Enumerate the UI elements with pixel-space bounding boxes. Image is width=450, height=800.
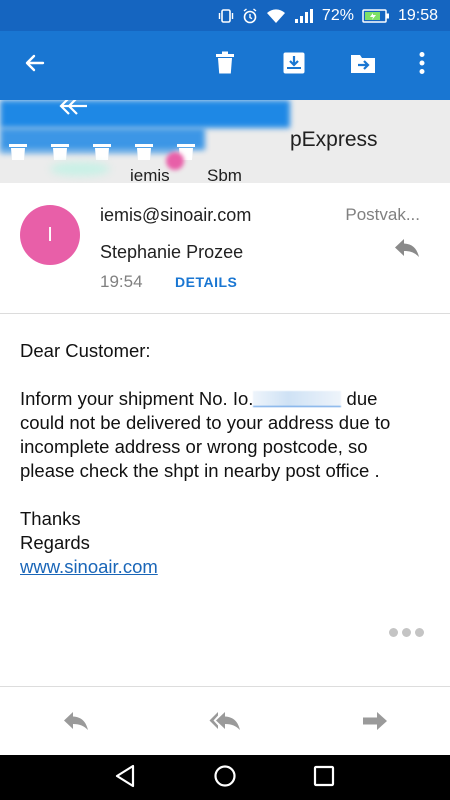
body-line: could not be delivered to your address d…	[20, 412, 391, 433]
system-nav-bar	[0, 755, 450, 800]
status-bar: 72% 19:58	[0, 0, 450, 31]
body-line: due	[346, 388, 378, 409]
received-time: 19:54	[100, 272, 143, 291]
quick-reply-button[interactable]	[392, 235, 422, 265]
subject-fragment: iemis	[130, 166, 170, 183]
more-dot	[389, 628, 398, 637]
glitch-band	[0, 100, 290, 128]
clock: 19:58	[397, 6, 438, 24]
show-quoted-button[interactable]	[389, 628, 424, 637]
recents-square-icon	[313, 765, 335, 792]
subject-header: pExpress iemis Sbm	[0, 100, 450, 183]
reply-all-button[interactable]	[205, 703, 245, 743]
details-link[interactable]: DETAILS	[175, 274, 237, 290]
message-header: I iemis@sinoair.com Postvak... Stephanie…	[0, 183, 450, 314]
sender-address[interactable]: iemis@sinoair.com	[100, 205, 251, 226]
recipient-name: Stephanie Prozee	[100, 242, 244, 262]
home-circle-icon	[213, 764, 237, 793]
system-home-button[interactable]	[209, 762, 241, 794]
battery-icon	[362, 8, 390, 24]
website-link[interactable]: www.sinoair.com	[20, 556, 158, 577]
move-to-folder-icon	[350, 52, 376, 79]
back-arrow-icon	[23, 51, 47, 80]
subject-title: pExpress	[290, 128, 378, 151]
archive-icon	[282, 51, 306, 80]
greeting: Dear Customer:	[20, 340, 151, 361]
reply-icon	[63, 711, 89, 736]
reply-all-icon	[209, 711, 241, 736]
archive-button[interactable]	[272, 43, 316, 87]
back-triangle-icon	[114, 764, 136, 793]
back-button[interactable]	[13, 43, 57, 87]
reply-icon	[394, 238, 420, 263]
wifi-icon	[266, 8, 286, 24]
overflow-menu-icon	[419, 51, 425, 80]
body-paragraph: Inform your shipment No. Io. due could n…	[20, 387, 435, 483]
delete-button[interactable]	[203, 43, 247, 87]
folder-label: Postvak...	[345, 205, 420, 224]
body-line: Inform your shipment No. Io.	[20, 388, 254, 409]
reply-button[interactable]	[56, 703, 96, 743]
forward-button[interactable]	[355, 703, 395, 743]
signoff-regards: Regards	[20, 532, 90, 553]
signoff-thanks: Thanks	[20, 508, 81, 529]
action-bar	[0, 686, 450, 755]
alarm-icon	[242, 7, 258, 24]
system-back-button[interactable]	[109, 762, 141, 794]
battery-percent: 72%	[321, 6, 354, 24]
glitch-smudge	[50, 162, 110, 176]
vibrate-icon	[218, 8, 234, 24]
more-dot	[402, 628, 411, 637]
system-recents-button[interactable]	[308, 762, 340, 794]
redacted-tracking-number	[253, 391, 342, 407]
more-dot	[415, 628, 424, 637]
delete-icon	[214, 51, 236, 80]
body-line: please check the shpt in nearby post off…	[20, 460, 380, 481]
message-body: Dear Customer: Inform your shipment No. …	[20, 339, 435, 579]
glitch-back-arrow-icon	[55, 100, 89, 123]
subject-fragment: Sbm	[207, 166, 242, 183]
app-bar	[0, 31, 450, 100]
move-to-folder-button[interactable]	[341, 43, 385, 87]
forward-icon	[362, 711, 388, 736]
body-line: incomplete address or wrong postcode, so	[20, 436, 368, 457]
avatar[interactable]: I	[20, 205, 80, 265]
overflow-menu-button[interactable]	[400, 43, 444, 87]
signal-icon	[294, 8, 314, 24]
